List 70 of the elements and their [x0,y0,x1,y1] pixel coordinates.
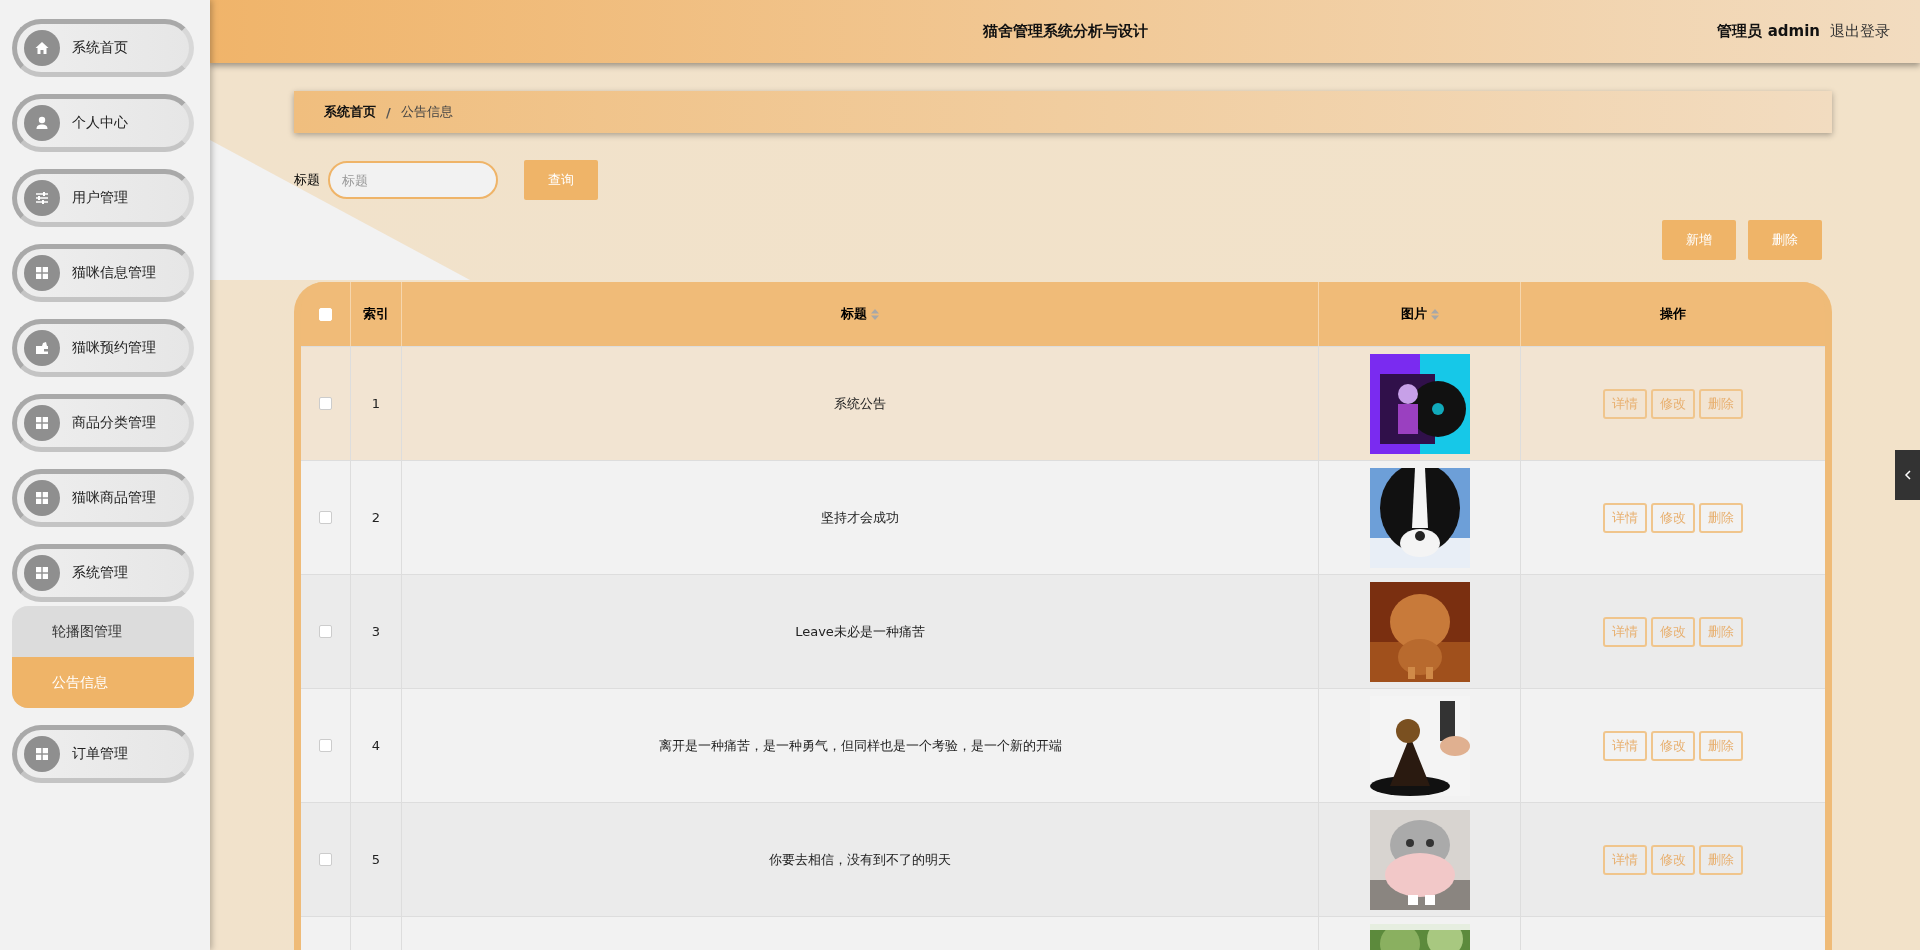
sidebar-item[interactable]: 商品分类管理 [12,394,194,452]
index-cell: 5 [371,852,381,867]
sliders-icon [34,190,50,206]
row-action-button[interactable]: 删除 [1699,844,1743,875]
sidebar-item[interactable]: 用户管理 [12,169,194,227]
breadcrumb-item[interactable]: 系统首页 [324,103,376,121]
breadcrumb-separator: / [386,104,391,120]
grid-icon [34,746,50,762]
row-action-button[interactable]: 修改 [1651,730,1695,761]
logout-link[interactable]: 退出登录 [1830,22,1890,41]
row-action-button[interactable]: 删除 [1699,730,1743,761]
row-action-button[interactable]: 删除 [1699,502,1743,533]
title-cell: 系统公告 [834,394,886,413]
title-cell: 坚持才会成功 [821,508,899,527]
sort-icon [871,308,879,320]
query-button[interactable]: 查询 [524,160,598,200]
search-label: 标题 [294,171,320,189]
collapse-button[interactable] [1895,450,1920,500]
grid-icon [34,490,50,506]
index-cell: 1 [371,396,381,411]
sidebar-item[interactable]: 猫咪预约管理 [12,319,194,377]
sidebar-item[interactable]: 系统管理 [12,544,194,602]
chevron-left-icon [1903,470,1912,480]
user-name: 管理员 admin [1717,22,1820,41]
column-header[interactable]: 标题 [841,305,867,323]
row-action-button[interactable]: 删除 [1699,616,1743,647]
search-field[interactable]: 标题 [328,161,498,199]
row-action-button[interactable]: 修改 [1651,388,1695,419]
title-cell: 离开是一种痛苦，是一种勇气，但同样也是一个考验，是一个新的开端 [658,736,1062,755]
row-action-button[interactable]: 修改 [1651,844,1695,875]
row-action-button[interactable]: 修改 [1651,616,1695,647]
row-action-button[interactable]: 详情 [1603,616,1647,647]
toolbar-button[interactable]: 新增 [1662,220,1736,260]
user-icon [34,115,50,131]
home-icon [34,40,50,56]
row-checkbox[interactable] [319,739,332,752]
sidebar-item[interactable]: 订单管理 [12,725,194,783]
sort-icon [1430,308,1439,320]
toolbar-button[interactable]: 删除 [1748,220,1822,260]
sidebar-item[interactable]: 个人中心 [12,94,194,152]
row-action-button[interactable]: 详情 [1603,730,1647,761]
column-header[interactable]: 图片 [1400,305,1427,323]
column-header: 索引 [363,305,389,323]
select-all-checkbox[interactable] [319,307,332,321]
app-title: 猫舍管理系统分析与设计 [982,22,1148,41]
index-cell: 2 [371,510,381,525]
row-action-button[interactable]: 详情 [1603,388,1647,419]
row-action-button[interactable]: 删除 [1699,388,1743,419]
grid-icon [34,265,50,281]
sidebar-item[interactable]: 猫咪信息管理 [12,244,194,302]
title-cell: Leave未必是一种痛苦 [795,622,925,641]
submenu-item[interactable]: 公告信息 [12,657,194,708]
row-action-button[interactable]: 详情 [1603,502,1647,533]
index-cell: 4 [371,738,381,753]
row-checkbox[interactable] [319,625,332,638]
sidebar-item[interactable]: 系统首页 [12,19,194,77]
row-action-button[interactable]: 修改 [1651,502,1695,533]
sidebar-item[interactable]: 猫咪商品管理 [12,469,194,527]
breadcrumb-item[interactable]: 公告信息 [400,103,453,121]
grid-icon [34,415,50,431]
row-checkbox[interactable] [319,511,332,524]
title-cell: 你要去相信，没有到不了的明天 [769,850,951,869]
grid-icon [34,565,50,581]
column-header: 操作 [1660,305,1686,323]
wallet-icon [34,340,50,356]
row-checkbox[interactable] [319,853,332,866]
index-cell: 3 [371,624,381,639]
submenu-item[interactable]: 轮播图管理 [12,606,194,657]
row-checkbox[interactable] [319,397,332,410]
row-action-button[interactable]: 详情 [1603,844,1647,875]
